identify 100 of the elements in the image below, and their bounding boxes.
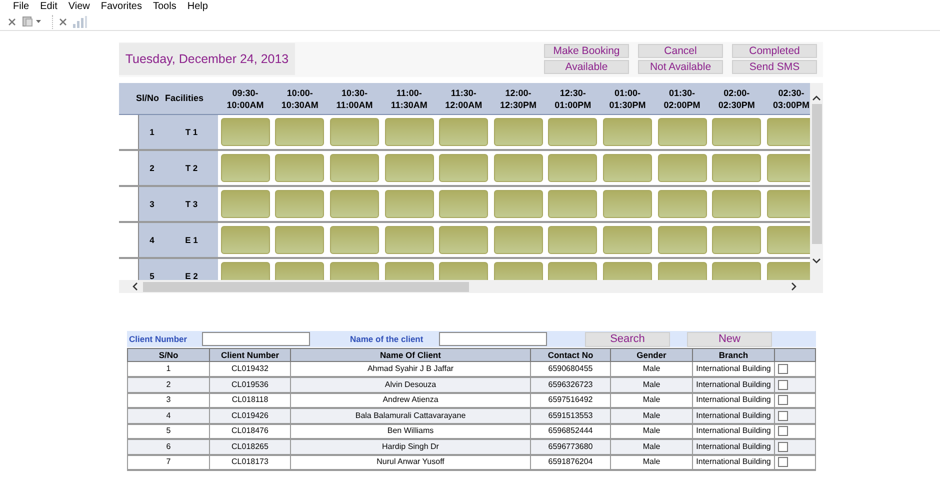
time-slot[interactable]	[712, 154, 762, 182]
time-slot[interactable]	[275, 226, 324, 254]
time-slot[interactable]	[766, 118, 810, 146]
input-field[interactable]	[202, 332, 310, 346]
time-start: 10:00-	[286, 86, 313, 98]
time-slot[interactable]	[712, 226, 762, 254]
time-slot[interactable]	[384, 118, 434, 146]
checkbox[interactable]	[778, 457, 788, 468]
time-slot[interactable]	[439, 190, 488, 218]
time-slot[interactable]	[330, 190, 379, 218]
time-slot[interactable]	[548, 118, 598, 146]
time-start: 01:00-	[614, 86, 640, 98]
time-slot[interactable]	[439, 226, 488, 254]
action-button[interactable]: Completed	[732, 44, 817, 58]
time-slot[interactable]	[548, 154, 598, 182]
time-slot[interactable]	[494, 118, 543, 146]
time-end: 10:30AM	[281, 98, 318, 110]
time-slot[interactable]	[602, 118, 652, 146]
time-slot[interactable]	[658, 226, 707, 254]
close-icon[interactable]	[59, 18, 67, 26]
time-slot[interactable]	[330, 154, 379, 182]
field-label: Client Number	[128, 332, 188, 346]
time-end: 11:00AM	[336, 98, 373, 110]
column-header: S/No	[128, 348, 210, 362]
time-slot[interactable]	[384, 226, 434, 254]
scrollbar-thumb[interactable]	[812, 104, 822, 244]
time-slot[interactable]	[602, 226, 652, 254]
time-start: 11:00-	[396, 86, 422, 98]
time-slot[interactable]	[220, 118, 270, 146]
field-label: Name of the client	[349, 332, 424, 346]
time-start: 02:30-	[778, 86, 804, 98]
action-button[interactable]: Make Booking	[544, 44, 629, 58]
time-slot[interactable]	[494, 154, 543, 182]
time-slot[interactable]	[384, 154, 434, 182]
time-slot[interactable]	[275, 190, 324, 218]
column-header: Gender	[610, 348, 692, 362]
action-button[interactable]: Send SMS	[732, 60, 817, 74]
action-button[interactable]: Not Available	[638, 60, 723, 74]
time-slot[interactable]	[602, 154, 652, 182]
time-slot[interactable]	[712, 118, 762, 146]
checkbox[interactable]	[778, 442, 788, 452]
time-end: 03:00PM	[772, 98, 810, 110]
table-cell: Nurul Anwar Yusoff	[290, 454, 530, 470]
menu-item[interactable]: Favorites	[100, 0, 142, 14]
time-start: 11:30-	[450, 86, 476, 98]
time-slot[interactable]	[275, 118, 324, 146]
time-slot[interactable]	[384, 190, 434, 218]
time-slot[interactable]	[548, 226, 598, 254]
checkbox[interactable]	[778, 426, 788, 436]
page-icon[interactable]	[22, 16, 42, 27]
menu-item[interactable]: Tools	[152, 0, 176, 14]
time-slot[interactable]	[439, 118, 488, 146]
facility-label: E 1	[184, 234, 199, 246]
time-slot[interactable]	[766, 154, 810, 182]
time-slot[interactable]	[330, 118, 379, 146]
time-slot[interactable]	[275, 154, 324, 182]
time-start: 09:30-	[232, 86, 258, 98]
menu-item[interactable]: View	[68, 0, 90, 14]
vertical-scrollbar[interactable]	[810, 83, 823, 280]
facility-label: T 1	[184, 126, 199, 138]
time-end: 01:30PM	[609, 98, 646, 110]
checkbox[interactable]	[778, 364, 788, 374]
time-start: 10:30-	[341, 86, 368, 98]
time-slot[interactable]	[220, 190, 270, 218]
time-slot[interactable]	[602, 190, 652, 218]
time-slot[interactable]	[658, 154, 707, 182]
time-slot[interactable]	[494, 226, 543, 254]
checkbox[interactable]	[778, 395, 788, 406]
menu-item[interactable]: Help	[187, 0, 208, 14]
time-end: 12:30PM	[500, 98, 537, 110]
column-header: Name Of Client	[290, 348, 530, 362]
search-bar-button[interactable]: New	[687, 332, 772, 346]
time-slot[interactable]	[658, 118, 707, 146]
time-slot[interactable]	[220, 154, 270, 182]
time-end: 02:00PM	[664, 98, 700, 110]
action-button[interactable]: Available	[544, 60, 629, 74]
time-slot[interactable]	[766, 190, 810, 218]
menu-item[interactable]: File	[13, 0, 30, 14]
scrollbar-thumb[interactable]	[143, 282, 469, 292]
time-slot[interactable]	[220, 226, 270, 254]
column-header: Facilities	[165, 92, 205, 105]
time-start: 12:00-	[505, 86, 532, 98]
time-slot[interactable]	[712, 190, 762, 218]
input-field[interactable]	[439, 332, 547, 346]
checkbox[interactable]	[778, 380, 788, 390]
search-bar-button[interactable]: Search	[585, 332, 670, 346]
time-slot[interactable]	[494, 190, 543, 218]
time-slot[interactable]	[658, 190, 707, 218]
time-slot[interactable]	[330, 226, 379, 254]
checkbox[interactable]	[778, 410, 788, 421]
time-slot[interactable]	[548, 190, 598, 218]
facility-label: T 2	[184, 162, 199, 174]
menu-item[interactable]: Edit	[40, 0, 58, 14]
facility-label: E 2	[184, 270, 199, 280]
time-slot[interactable]	[439, 154, 488, 182]
time-start: 01:30-	[669, 86, 696, 98]
action-button[interactable]: Cancel	[638, 44, 723, 58]
horizontal-scrollbar[interactable]	[119, 280, 823, 293]
row-number: 3	[148, 198, 156, 210]
close-icon[interactable]	[8, 18, 16, 26]
